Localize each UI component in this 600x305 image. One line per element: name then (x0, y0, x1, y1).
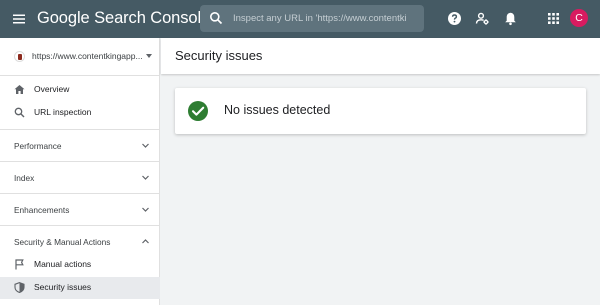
search-icon (14, 107, 25, 118)
status-message: No issues detected (224, 103, 331, 117)
sidebar-item-security-issues[interactable]: Security issues (0, 277, 160, 299)
page-title: Security issues (175, 48, 263, 63)
status-card: No issues detected (175, 88, 586, 134)
chevron-down-icon (142, 207, 149, 212)
app-title[interactable]: Google Search Console (37, 9, 210, 28)
sidebar-section-enhancements[interactable]: Enhancements (0, 193, 160, 225)
sidebar-section-security-manual-actions[interactable]: Security & Manual Actions (0, 225, 160, 257)
hamburger-menu-icon[interactable] (11, 11, 27, 27)
account-avatar[interactable]: C (570, 9, 588, 27)
sidebar-item-manual-actions[interactable]: Manual actions (0, 254, 160, 276)
site-favicon-icon (14, 51, 25, 62)
home-icon (14, 85, 25, 94)
search-icon (210, 12, 223, 25)
section-label: Enhancements (14, 205, 70, 215)
sidebar-item-overview[interactable]: Overview (0, 79, 160, 101)
sidebar-section-index[interactable]: Index (0, 161, 160, 193)
sidebar: https://www.contentkingapp... Overview U… (0, 38, 160, 305)
sidebar-item-label: URL inspection (34, 107, 92, 117)
sidebar-section-performance[interactable]: Performance (0, 129, 160, 161)
chevron-down-icon (142, 175, 149, 180)
notifications-bell-icon[interactable] (503, 11, 518, 26)
dropdown-caret-icon (146, 54, 152, 58)
sidebar-item-label: Overview (34, 84, 70, 94)
manage-user-icon[interactable] (475, 11, 490, 26)
url-inspect-search-bar[interactable] (200, 5, 424, 32)
apps-grid-icon[interactable] (546, 11, 561, 26)
sidebar-item-label: Security issues (34, 282, 92, 292)
help-icon[interactable] (447, 11, 462, 26)
property-selector[interactable]: https://www.contentkingapp... (0, 38, 160, 76)
chevron-down-icon (142, 143, 149, 148)
chevron-up-icon (142, 239, 149, 244)
url-inspect-input[interactable] (233, 9, 419, 28)
section-label: Performance (14, 141, 62, 151)
check-circle-icon (188, 101, 208, 121)
sidebar-item-label: Manual actions (34, 259, 92, 269)
property-url: https://www.contentkingapp... (32, 51, 143, 61)
section-label: Security & Manual Actions (14, 237, 111, 247)
section-label: Index (14, 173, 35, 183)
page-header: Security issues (161, 38, 600, 74)
sidebar-item-url-inspection[interactable]: URL inspection (0, 102, 160, 124)
shield-icon (14, 282, 25, 293)
flag-icon (15, 259, 24, 270)
top-app-bar: Google Search Console C (0, 0, 600, 38)
